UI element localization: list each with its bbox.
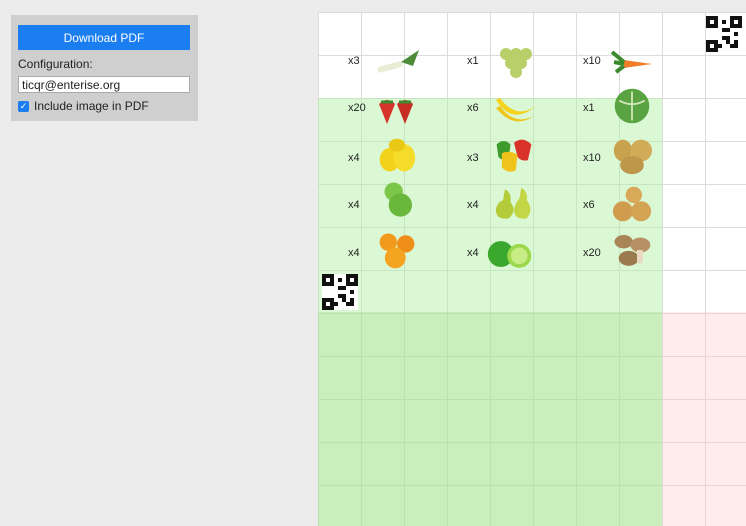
cabbage-icon[interactable] [608, 86, 656, 126]
quantity-label: x6 [583, 199, 595, 211]
grapes-icon[interactable] [492, 42, 540, 82]
quantity-label: x4 [467, 247, 479, 259]
strawberry-icon[interactable] [373, 90, 421, 130]
lime-icon[interactable] [486, 234, 534, 274]
quantity-label: x1 [467, 55, 479, 67]
quantity-label: x4 [467, 199, 479, 211]
pepper-icon[interactable] [490, 134, 538, 174]
leek-icon[interactable] [373, 42, 421, 82]
quantity-label: x4 [348, 199, 360, 211]
qr-code-icon [706, 16, 742, 52]
quantity-label: x1 [583, 102, 595, 114]
onion-icon[interactable] [608, 184, 656, 224]
quantity-label: x3 [348, 55, 360, 67]
quantity-label: x20 [348, 102, 366, 114]
quantity-label: x20 [583, 247, 601, 259]
grid-sheet: x3 x1 x10 x20 x6 x1 x4 x3 x10 x4 x4 x6 x… [318, 12, 746, 526]
pdf-config-panel: Download PDF Configuration: ✓ Include im… [11, 15, 198, 121]
download-pdf-button[interactable]: Download PDF [18, 25, 190, 50]
quantity-label: x4 [348, 152, 360, 164]
quantity-label: x4 [348, 247, 360, 259]
red-zone [662, 312, 746, 526]
include-image-row[interactable]: ✓ Include image in PDF [18, 99, 149, 113]
configuration-input[interactable] [18, 76, 190, 93]
qr-code-icon [322, 274, 358, 310]
carrot-icon[interactable] [608, 42, 656, 82]
quantity-label: x10 [583, 152, 601, 164]
quantity-label: x6 [467, 102, 479, 114]
include-image-checkbox[interactable]: ✓ [18, 100, 29, 112]
orange-icon[interactable] [373, 230, 421, 270]
configuration-label: Configuration: [18, 57, 93, 71]
include-image-label: Include image in PDF [34, 99, 149, 113]
pear-icon[interactable] [490, 182, 538, 222]
banana-icon[interactable] [492, 90, 540, 130]
mushroom-icon[interactable] [608, 230, 656, 270]
quantity-label: x3 [467, 152, 479, 164]
lemon-icon[interactable] [373, 136, 421, 176]
quantity-label: x10 [583, 55, 601, 67]
green-apple-icon[interactable] [373, 180, 421, 220]
potato-icon[interactable] [608, 136, 656, 176]
lower-green-zone [318, 312, 662, 526]
